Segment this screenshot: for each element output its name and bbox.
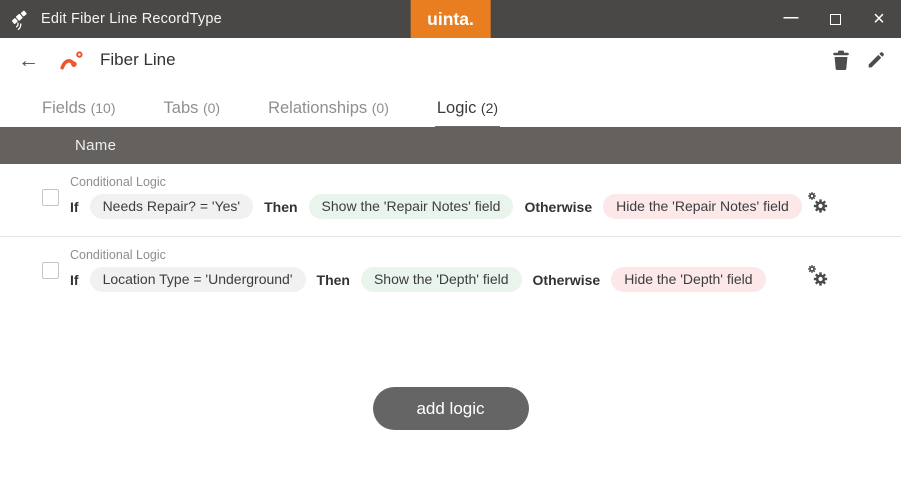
record-toolbar: ← Fiber Line [0,38,901,82]
tab-tabs[interactable]: Tabs (0) [162,99,223,127]
logic-row: Conditional Logic If Location Type = 'Un… [0,237,901,310]
toolbar-actions [832,50,901,70]
tab-logic[interactable]: Logic (2) [435,99,500,127]
window-controls: — × [769,0,901,38]
brand-logo: uinta. [410,0,491,38]
if-keyword: If [70,199,79,215]
logic-table-header: Name [0,127,901,164]
window-titlebar: Edit Fiber Line RecordType uinta. — × [0,0,901,38]
add-logic-button[interactable]: add logic [373,387,529,430]
fiber-line-geometry-icon [58,48,85,73]
minimize-button[interactable]: — [769,0,813,38]
satellite-icon [9,9,30,30]
tab-fields[interactable]: Fields (10) [40,99,118,127]
otherwise-keyword: Otherwise [524,199,592,215]
then-action-badge: Show the 'Repair Notes' field [309,194,514,219]
then-keyword: Then [264,199,297,215]
otherwise-action-badge: Hide the 'Depth' field [611,267,765,292]
row-checkbox[interactable] [42,262,59,279]
logic-row: Conditional Logic If Needs Repair? = 'Ye… [0,164,901,237]
record-type-tabs: Fields (10) Tabs (0) Relationships (0) L… [0,82,901,127]
row-settings-button[interactable] [805,190,831,221]
condition-badge: Needs Repair? = 'Yes' [90,194,254,219]
condition-badge: Location Type = 'Underground' [90,267,306,292]
logic-type-label: Conditional Logic [70,237,901,262]
logic-sentence: If Location Type = 'Underground' Then Sh… [70,267,901,292]
gears-icon [805,190,831,216]
then-action-badge: Show the 'Depth' field [361,267,522,292]
otherwise-keyword: Otherwise [533,272,601,288]
logic-sentence: If Needs Repair? = 'Yes' Then Show the '… [70,194,901,219]
otherwise-action-badge: Hide the 'Repair Notes' field [603,194,802,219]
edit-button[interactable] [866,50,886,70]
if-keyword: If [70,272,79,288]
close-button[interactable]: × [857,0,901,38]
gears-icon [805,263,831,289]
logic-type-label: Conditional Logic [70,164,901,189]
row-settings-button[interactable] [805,263,831,294]
then-keyword: Then [317,272,350,288]
trash-icon [832,50,850,70]
page-title: Fiber Line [100,50,176,70]
delete-button[interactable] [832,50,850,70]
name-column-header: Name [75,137,116,154]
tab-relationships[interactable]: Relationships (0) [266,99,391,127]
back-button[interactable]: ← [18,50,39,71]
pencil-icon [866,50,886,70]
row-checkbox[interactable] [42,189,59,206]
maximize-icon [830,14,841,25]
maximize-button[interactable] [813,0,857,38]
window-title: Edit Fiber Line RecordType [41,11,222,27]
